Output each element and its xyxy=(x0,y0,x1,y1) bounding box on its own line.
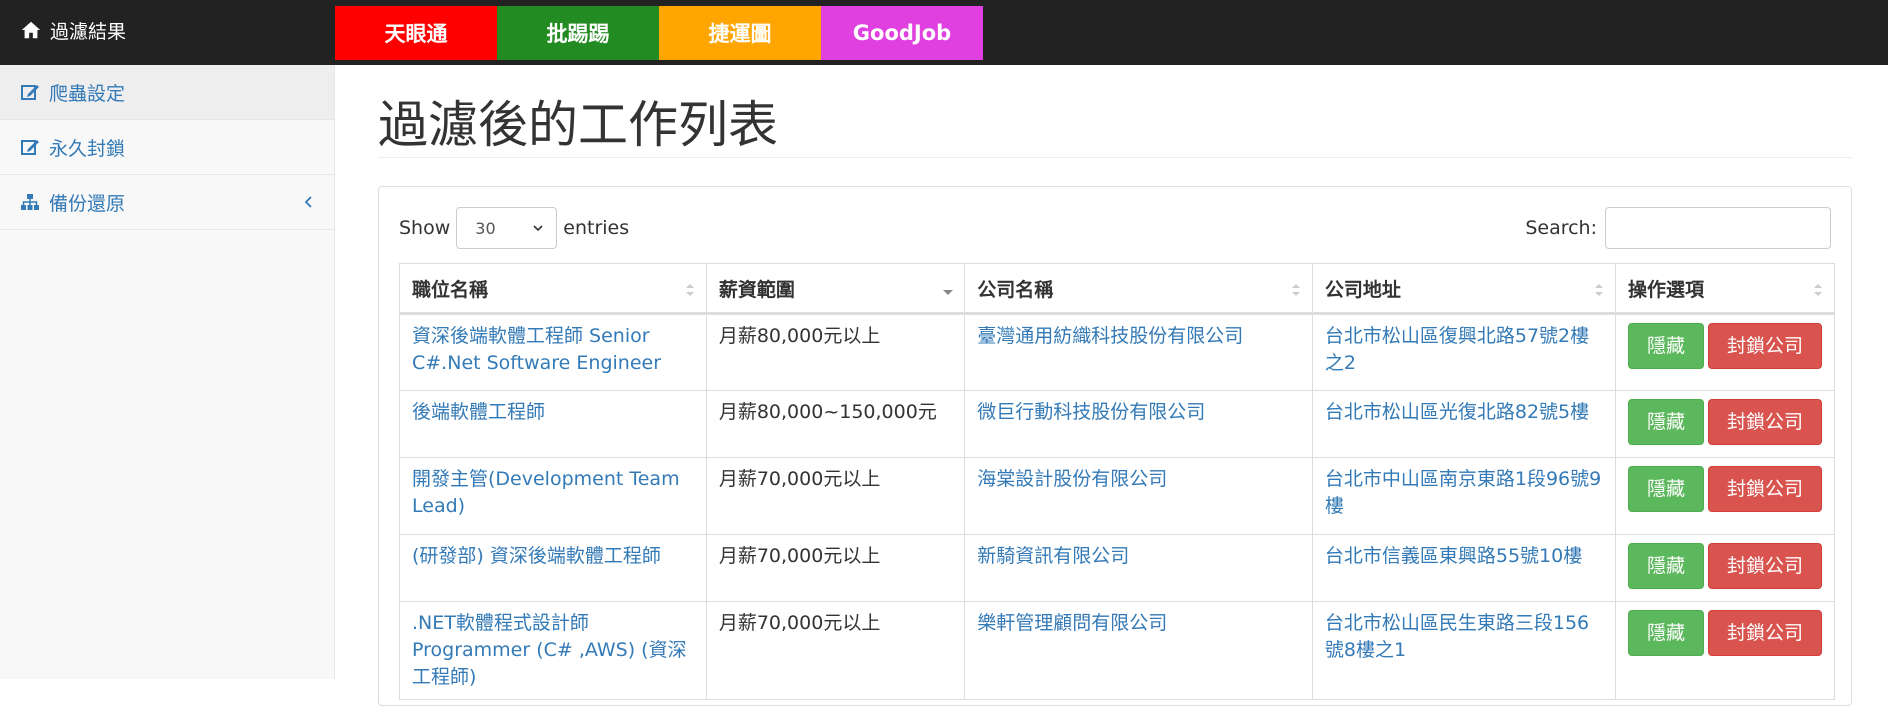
table-row: 後端軟體工程師 月薪80,000~150,000元 微巨行動科技股份有限公司 台… xyxy=(399,390,1836,458)
sidebar-item-crawler-settings[interactable]: 爬蟲設定 xyxy=(0,65,334,120)
edit-icon xyxy=(21,140,39,155)
actions-cell: 隱藏 封鎖公司 xyxy=(1614,313,1836,391)
salary-cell: 月薪80,000~150,000元 xyxy=(705,390,966,458)
site-links: 天眼通 批踢踢 捷運圖 GoodJob xyxy=(335,6,983,60)
column-header-salary[interactable]: 薪資範圍 xyxy=(705,263,966,315)
search-input[interactable] xyxy=(1605,207,1831,249)
company-link[interactable]: 臺灣通用紡織科技股份有限公司 xyxy=(977,325,1243,347)
block-company-button[interactable]: 封鎖公司 xyxy=(1707,466,1822,512)
job-title-link[interactable]: 資深後端軟體工程師 Senior C#.Net Software Enginee… xyxy=(412,325,661,374)
search-label: Search: xyxy=(1525,217,1597,239)
table-row: (研發部) 資深後端軟體工程師 月薪70,000元以上 新騎資訊有限公司 台北市… xyxy=(399,534,1836,602)
chevron-left-icon[interactable] xyxy=(302,193,314,211)
block-company-button[interactable]: 封鎖公司 xyxy=(1707,610,1822,656)
brand-link[interactable]: 過濾結果 xyxy=(20,0,126,60)
page-length-select[interactable]: 30 xyxy=(456,207,558,249)
column-header-title[interactable]: 職位名稱 xyxy=(399,263,707,315)
site-link-mrt-map[interactable]: 捷運圖 xyxy=(659,6,821,60)
actions-cell: 隱藏 封鎖公司 xyxy=(1614,534,1836,602)
block-company-button[interactable]: 封鎖公司 xyxy=(1707,323,1822,369)
table-row: .NET軟體程式設計師 Programmer (C# ,AWS) (資深工程師)… xyxy=(399,601,1836,700)
job-title-link[interactable]: .NET軟體程式設計師 Programmer (C# ,AWS) (資深工程師) xyxy=(412,612,687,688)
brand-label: 過濾結果 xyxy=(50,20,127,43)
column-header-label: 公司地址 xyxy=(1324,278,1401,301)
job-title-link[interactable]: 開發主管(Development Team Lead) xyxy=(412,468,680,517)
job-title-link[interactable]: 後端軟體工程師 xyxy=(412,401,545,423)
company-link[interactable]: 新騎資訊有限公司 xyxy=(977,545,1129,567)
hide-button[interactable]: 隱藏 xyxy=(1627,466,1704,512)
top-navbar: 過濾結果 天眼通 批踢踢 捷運圖 GoodJob xyxy=(0,0,1888,65)
actions-cell: 隱藏 封鎖公司 xyxy=(1614,601,1836,700)
job-title-link[interactable]: (研發部) 資深後端軟體工程師 xyxy=(412,545,661,567)
table-row: 資深後端軟體工程師 Senior C#.Net Software Enginee… xyxy=(399,313,1836,391)
hide-button[interactable]: 隱藏 xyxy=(1627,399,1704,445)
entries-label: entries xyxy=(563,217,630,239)
show-label: Show xyxy=(399,217,451,239)
sidebar-item-label: 永久封鎖 xyxy=(49,137,126,160)
table-search: Search: xyxy=(1525,207,1831,249)
address-link[interactable]: 台北市信義區東興路55號10樓 xyxy=(1325,545,1582,567)
sort-icon xyxy=(1291,284,1300,296)
column-header-company[interactable]: 公司名稱 xyxy=(964,263,1313,315)
actions-cell: 隱藏 封鎖公司 xyxy=(1614,457,1836,535)
address-link[interactable]: 台北市松山區光復北路82號5樓 xyxy=(1325,401,1589,423)
sitemap-icon xyxy=(21,194,39,210)
company-link[interactable]: 樂軒管理顧問有限公司 xyxy=(977,612,1167,634)
hide-button[interactable]: 隱藏 xyxy=(1627,323,1704,369)
site-link-tianyantong[interactable]: 天眼通 xyxy=(335,6,497,60)
address-link[interactable]: 台北市松山區民生東路三段156號8樓之1 xyxy=(1325,612,1589,661)
column-header-address[interactable]: 公司地址 xyxy=(1311,263,1616,315)
address-link[interactable]: 台北市中山區南京東路1段96號9樓 xyxy=(1325,468,1601,517)
page-length-value: 30 xyxy=(475,218,496,238)
actions-cell: 隱藏 封鎖公司 xyxy=(1614,390,1836,458)
page-length-control: Show 30 entries xyxy=(399,207,629,249)
sort-icon xyxy=(1594,284,1603,296)
jobs-table: 職位名稱 薪資範圍 公司名稱 公司地址 操作選項 資深後端軟體工程師 Senio… xyxy=(399,263,1836,700)
site-link-goodjob[interactable]: GoodJob xyxy=(821,6,983,60)
block-company-button[interactable]: 封鎖公司 xyxy=(1707,543,1822,589)
column-header-label: 公司名稱 xyxy=(977,278,1054,301)
sort-icon xyxy=(685,284,694,296)
salary-cell: 月薪70,000元以上 xyxy=(705,534,966,602)
column-header-label: 操作選項 xyxy=(1627,278,1704,301)
title-divider xyxy=(378,157,1852,158)
hide-button[interactable]: 隱藏 xyxy=(1627,610,1704,656)
sort-icon xyxy=(1814,284,1822,296)
site-link-ptt[interactable]: 批踢踢 xyxy=(497,6,659,60)
main-content: 過濾後的工作列表 Show 30 entries Search: 職位名稱 薪資… xyxy=(336,65,1888,706)
hide-button[interactable]: 隱藏 xyxy=(1627,543,1704,589)
sort-desc-icon xyxy=(943,290,954,295)
column-header-label: 職位名稱 xyxy=(412,278,489,301)
table-header-row: 職位名稱 薪資範圍 公司名稱 公司地址 操作選項 xyxy=(399,263,1836,315)
sidebar-item-backup-restore[interactable]: 備份還原 xyxy=(0,175,334,230)
salary-cell: 月薪70,000元以上 xyxy=(705,457,966,535)
address-link[interactable]: 台北市松山區復興北路57號2樓之2 xyxy=(1325,325,1589,374)
page-title: 過濾後的工作列表 xyxy=(378,96,778,154)
edit-icon xyxy=(21,85,39,100)
sidebar-item-permanent-block[interactable]: 永久封鎖 xyxy=(0,120,334,175)
company-link[interactable]: 海棠設計股份有限公司 xyxy=(977,468,1167,490)
sidebar: 爬蟲設定 永久封鎖 備份還原 xyxy=(0,65,335,679)
home-icon xyxy=(21,21,41,39)
block-company-button[interactable]: 封鎖公司 xyxy=(1707,399,1822,445)
company-link[interactable]: 微巨行動科技股份有限公司 xyxy=(977,401,1205,423)
sidebar-item-label: 備份還原 xyxy=(49,192,126,215)
table-row: 開發主管(Development Team Lead) 月薪70,000元以上 … xyxy=(399,457,1836,535)
chevron-down-icon xyxy=(533,225,543,232)
salary-cell: 月薪80,000元以上 xyxy=(705,313,966,391)
column-header-actions[interactable]: 操作選項 xyxy=(1614,263,1836,315)
column-header-label: 薪資範圍 xyxy=(718,278,795,301)
jobs-panel: Show 30 entries Search: 職位名稱 薪資範圍 公司名稱 公… xyxy=(378,186,1852,706)
salary-cell: 月薪70,000元以上 xyxy=(705,601,966,700)
sidebar-item-label: 爬蟲設定 xyxy=(49,82,126,105)
